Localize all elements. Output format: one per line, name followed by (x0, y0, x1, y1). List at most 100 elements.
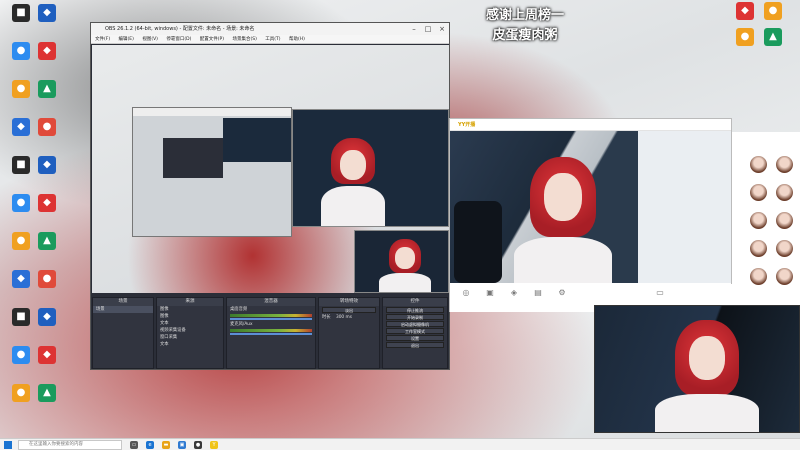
gift-avatar-panel (732, 132, 800, 308)
app-icon: ◆ (12, 270, 30, 288)
menu-help[interactable]: 帮助(H) (289, 37, 305, 42)
source-item[interactable]: 图像 (157, 313, 223, 320)
desktop-shortcut-icon[interactable]: ◆ (30, 192, 64, 230)
yy-tool-2[interactable]: ▣ (480, 288, 500, 298)
exit-button[interactable]: 退出 (386, 342, 444, 348)
app-icon: ▲ (38, 232, 56, 250)
yy-chat-panel (638, 131, 731, 283)
app-label (30, 99, 64, 109)
desktop-shortcut-icon[interactable]: ◆ (30, 344, 64, 382)
menu-profile[interactable]: 配置文件(P) (200, 37, 224, 42)
app-icon: ● (12, 346, 30, 364)
yy-tool-1[interactable]: ◎ (456, 288, 476, 298)
obs-window[interactable]: OBS 26.1.2 (64-bit, windows) - 配置文件: 未命名… (90, 22, 450, 370)
yy-taskbar-icon[interactable]: Y (210, 441, 218, 449)
gift-avatar-icon[interactable] (750, 268, 767, 285)
yy-tool-5[interactable]: ⚙ (552, 288, 572, 298)
desktop-shortcut-icon[interactable]: ◆ (30, 40, 64, 78)
obs-taskbar-icon[interactable]: ● (194, 441, 202, 449)
file-explorer-icon[interactable]: ▬ (162, 441, 170, 449)
start-recording-button[interactable]: 开始录制 (386, 314, 444, 320)
settings-button[interactable]: 设置 (386, 335, 444, 341)
tool-icon: ▤ (534, 288, 542, 297)
menu-view[interactable]: 视图(V) (142, 37, 158, 42)
app-icon: ● (12, 194, 30, 212)
taskbar: 在这里输入你要搜索的内容 ▭ e ▬ ▣ ● Y (0, 438, 800, 450)
app-label (30, 23, 64, 33)
source-item[interactable]: 窗口采集 (157, 334, 223, 341)
gift-avatar-icon[interactable] (776, 240, 793, 257)
edge-icon[interactable]: e (146, 441, 154, 449)
yy-tool-4[interactable]: ▤ (528, 288, 548, 298)
desktop-shortcut-icon[interactable]: ▲ (30, 78, 64, 116)
close-icon[interactable]: × (435, 23, 449, 35)
source-item[interactable]: 图像 (157, 306, 223, 313)
desktop-shortcut-icon[interactable]: ▲ (30, 382, 64, 420)
app-icon: ▲ (764, 28, 782, 46)
menu-docks[interactable]: 停靠窗口(D) (166, 37, 191, 42)
stop-streaming-button[interactable]: 停止推流 (386, 307, 444, 313)
virtual-camera-button[interactable]: 启动虚拟摄像机 (386, 321, 444, 327)
obs-preview[interactable] (92, 45, 449, 293)
obs-titlebar[interactable]: OBS 26.1.2 (64-bit, windows) - 配置文件: 未命名… (91, 23, 449, 35)
app-icon: ◆ (736, 2, 754, 20)
gift-avatar-icon[interactable] (776, 212, 793, 229)
gift-avatar-icon[interactable] (750, 184, 767, 201)
store-icon[interactable]: ▣ (178, 441, 186, 449)
desktop-shortcut-icon[interactable]: ◆ (30, 2, 64, 40)
duration-value[interactable]: 300 ms (336, 315, 352, 320)
task-view-icon[interactable]: ▭ (130, 441, 138, 449)
controls-header: 控件 (383, 298, 447, 306)
app-label (30, 213, 64, 223)
scene-item[interactable]: 场景 (93, 306, 153, 313)
yy-live-window[interactable]: YY开播 ◎ ▣ ◈ ▤ ⚙ ▭ (449, 118, 733, 312)
gift-avatar-icon[interactable] (750, 156, 767, 173)
maximize-icon[interactable]: □ (421, 23, 435, 35)
duration-label: 时长 (322, 315, 331, 320)
tool-icon: ▣ (486, 288, 494, 297)
obs-menubar: 文件(F) 编辑(E) 视图(V) 停靠窗口(D) 配置文件(P) 场景集合(S… (91, 35, 449, 44)
app-icon: ● (12, 232, 30, 250)
app-icon: ● (12, 42, 30, 60)
source-item[interactable]: 文本 (157, 341, 223, 348)
app-icon: ◆ (38, 194, 56, 212)
taskbar-search-input[interactable]: 在这里输入你要搜索的内容 (18, 440, 122, 450)
menu-file[interactable]: 文件(F) (95, 37, 110, 42)
nested-desktop-capture (132, 107, 292, 237)
transition-select[interactable]: 淡出 (322, 307, 376, 313)
app-icon: ● (38, 270, 56, 288)
windows-start-icon[interactable] (4, 441, 12, 449)
desktop-shortcut-icon[interactable]: ▲ (756, 26, 790, 64)
desktop-shortcut-icon[interactable]: ▲ (30, 230, 64, 268)
menu-scene-collection[interactable]: 场景集合(S) (232, 37, 256, 42)
mixer-dock: 混音器 桌面音频 麦克风/Aux (226, 297, 316, 369)
desktop-audio-slider[interactable] (230, 318, 312, 320)
desktop-shortcut-icon[interactable]: ◆ (30, 306, 64, 344)
source-item[interactable]: 视频采集设备 (157, 327, 223, 334)
scenes-header: 场景 (93, 298, 153, 306)
yy-header: YY开播 (450, 119, 731, 131)
minimize-icon[interactable]: – (407, 23, 421, 35)
desktop-shortcut-icon[interactable]: ● (30, 268, 64, 306)
gift-avatar-icon[interactable] (776, 156, 793, 173)
scenes-dock: 场景 场景 (92, 297, 154, 369)
menu-tools[interactable]: 工具(T) (265, 37, 280, 42)
gift-avatar-icon[interactable] (750, 240, 767, 257)
obs-title: OBS 26.1.2 (64-bit, windows) - 配置文件: 未命名… (105, 26, 255, 32)
studio-mode-button[interactable]: 工作室模式 (386, 328, 444, 334)
desktop-shortcut-icon[interactable]: ● (30, 116, 64, 154)
app-label (30, 327, 64, 337)
camera-icon[interactable]: ▭ (650, 288, 670, 298)
menu-edit[interactable]: 编辑(E) (119, 37, 134, 42)
gift-avatar-icon[interactable] (750, 212, 767, 229)
yy-tool-3[interactable]: ◈ (504, 288, 524, 298)
desktop-shortcut-icon[interactable]: ◆ (30, 154, 64, 192)
source-item[interactable]: 文本 (157, 320, 223, 327)
overlay-line-1: 感谢上周榜一 (485, 8, 564, 23)
mic-audio-slider[interactable] (230, 333, 312, 335)
gift-avatar-icon[interactable] (776, 184, 793, 201)
app-label (30, 365, 64, 375)
gift-avatar-icon[interactable] (776, 268, 793, 285)
nested-yy-capture (292, 109, 449, 227)
camera-preview-window[interactable] (594, 305, 800, 433)
